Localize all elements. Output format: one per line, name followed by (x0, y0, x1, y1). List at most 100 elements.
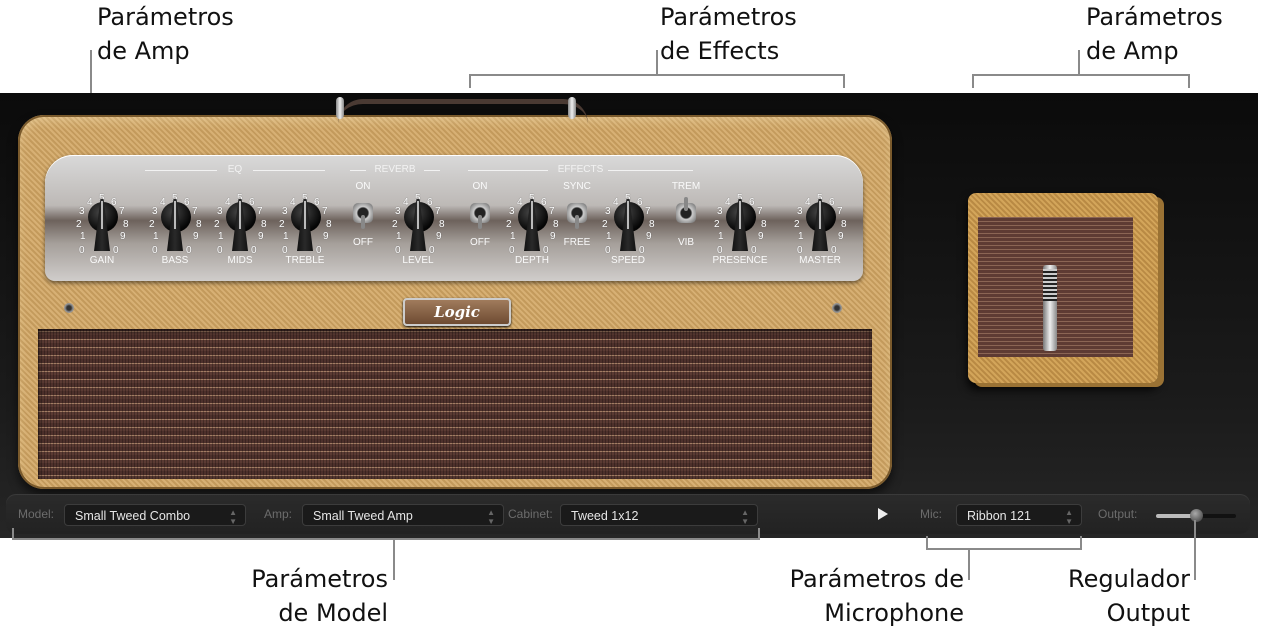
callout-line-1: Parámetros (1086, 3, 1223, 31)
cabinet-label: Cabinet: (508, 507, 553, 521)
toggle-reverb-on-off[interactable]: ON OFF (343, 181, 383, 261)
amp-label: Amp: (264, 507, 293, 521)
toggle-lever (361, 215, 365, 229)
callout-amp-params-right: Parámetros de Amp (1086, 0, 1223, 68)
bracket-amp-right-left (972, 74, 974, 88)
output-slider[interactable] (1156, 509, 1236, 522)
knob-scale-label: 2 (714, 219, 720, 230)
knob-master[interactable]: 0 1 2 3 4 5 6 7 8 9 0 MASTER (785, 185, 855, 269)
knob-scale-label: 1 (606, 231, 612, 242)
toggle-top-label: TREM (671, 181, 701, 192)
leader-model (393, 540, 395, 580)
output-slider-thumb[interactable] (1190, 509, 1203, 522)
knob-scale-label: 9 (120, 231, 126, 242)
bracket-effects-right (843, 74, 845, 88)
knob-scale-label: 1 (80, 231, 86, 242)
screw-icon (832, 303, 842, 313)
knob-scale-label: 2 (214, 219, 220, 230)
knob-bass[interactable]: 0 1 2 3 4 5 6 7 8 9 0 BASS (140, 185, 210, 269)
play-icon[interactable] (878, 508, 888, 520)
microphone-position-handle[interactable] (1043, 265, 1057, 351)
knob-scale-label: 1 (218, 231, 224, 242)
knob-gain[interactable]: 0 1 2 3 4 5 6 7 8 9 0 GAIN (67, 185, 137, 269)
knob-scale-label: 1 (798, 231, 804, 242)
callout-line-2: Output (1106, 599, 1190, 627)
callout-line-1: Regulador (1068, 565, 1190, 593)
toggle-bottom-label: FREE (563, 237, 591, 248)
knob-treble[interactable]: 0 1 2 3 4 5 6 7 8 9 0 TREBLE (270, 185, 340, 269)
handle-clip-right (568, 97, 576, 119)
knob-speed[interactable]: 0 1 2 3 4 5 6 7 8 9 0 SPEED (593, 185, 663, 269)
knob-scale-label: 7 (549, 206, 555, 217)
cabinet-select[interactable]: Tweed 1x12 ▲ ▼ (560, 504, 758, 526)
toggle-sync-free[interactable]: SYNC FREE (557, 181, 597, 261)
knob-scale-label: 8 (123, 219, 129, 230)
toggle-top-label: ON (472, 181, 488, 192)
knob-scale-label: 2 (392, 219, 398, 230)
callout-output-slider: Regulador Output (1030, 562, 1190, 630)
callout-effects-params: Parámetros de Effects (660, 0, 797, 68)
callout-amp-params-left: Parámetros de Amp (97, 0, 234, 68)
model-select[interactable]: Small Tweed Combo ▲ ▼ (64, 504, 246, 526)
divider (608, 170, 693, 171)
knob-scale-label: 3 (152, 206, 158, 217)
knob-label: BASS (161, 255, 189, 266)
knob-scale-label: 1 (510, 231, 516, 242)
bracket-model-right (758, 528, 760, 540)
knob-label: LEVEL (402, 255, 434, 266)
knob-scale-label: 3 (79, 206, 85, 217)
knob-scale-label: 9 (436, 231, 442, 242)
section-eq: EQ (145, 164, 325, 175)
toggle-trem-vib[interactable]: TREM VIB (666, 181, 706, 261)
knob-scale-label: 9 (838, 231, 844, 242)
knob-scale-label: 7 (322, 206, 328, 217)
cabinet-preview (968, 193, 1158, 383)
knob-scale-label: 8 (439, 219, 445, 230)
knob-scale-label: 8 (261, 219, 267, 230)
knob-scale-label: 7 (435, 206, 441, 217)
knob-label: TREBLE (285, 255, 325, 266)
amp-handle (338, 99, 588, 124)
knob-scale-label: 1 (396, 231, 402, 242)
section-reverb: REVERB (350, 164, 440, 175)
bracket-mic-left (926, 536, 928, 548)
bracket-model (12, 538, 760, 540)
knob-presence[interactable]: 0 1 2 3 4 5 6 7 8 9 0 PRESENCE (705, 185, 775, 269)
mic-select[interactable]: Ribbon 121 ▲ ▼ (956, 504, 1082, 526)
callout-line-2: de Amp (1086, 37, 1179, 65)
bracket-model-left (12, 528, 14, 540)
toggle-effects-on-off[interactable]: ON OFF (460, 181, 500, 261)
knob-scale-label: 8 (196, 219, 202, 230)
divider (350, 170, 366, 171)
output-label: Output: (1098, 507, 1138, 521)
screw-icon (64, 303, 74, 313)
knob-scale-label: 2 (506, 219, 512, 230)
knob-scale-label: 3 (717, 206, 723, 217)
speaker-grille (38, 329, 872, 479)
knob-scale-label: 7 (757, 206, 763, 217)
callout-line-1: Parámetros de (789, 565, 964, 593)
callout-line-2: de Model (278, 599, 388, 627)
toggle-lever (575, 215, 579, 229)
knob-scale-label: 8 (649, 219, 655, 230)
callout-line-2: de Effects (660, 37, 780, 65)
section-effects: EFFECTS (468, 164, 693, 175)
cabinet-value: Tweed 1x12 (571, 509, 639, 523)
knob-scale-label: 3 (797, 206, 803, 217)
bracket-amp-right (972, 74, 1190, 76)
handle-clip-left (336, 97, 344, 119)
bracket-mic-right (1080, 536, 1082, 548)
knob-mids[interactable]: 0 1 2 3 4 5 6 7 8 9 0 MIDS (205, 185, 275, 269)
callout-microphone-params: Parámetros de Microphone (740, 562, 964, 630)
knob-scale-label: 9 (193, 231, 199, 242)
amp-value: Small Tweed Amp (313, 509, 413, 523)
knob-scale-label: 8 (326, 219, 332, 230)
knob-scale-label: 3 (509, 206, 515, 217)
leader-amp-right (1078, 50, 1080, 74)
knob-reverb-level[interactable]: 0 1 2 3 4 5 6 7 8 9 0 LEVEL (383, 185, 453, 269)
knob-scale-label: 2 (76, 219, 82, 230)
bracket-mic (926, 548, 1082, 550)
section-reverb-label: REVERB (374, 164, 416, 175)
amp-select[interactable]: Small Tweed Amp ▲ ▼ (302, 504, 504, 526)
knob-scale-label: 8 (761, 219, 767, 230)
